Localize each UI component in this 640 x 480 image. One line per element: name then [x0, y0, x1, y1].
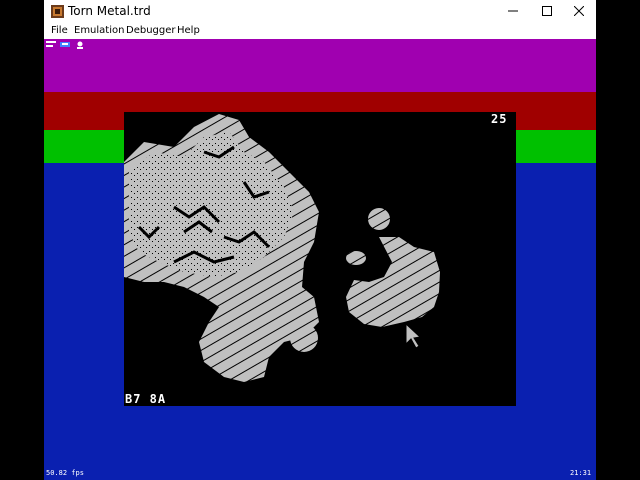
close-icon — [574, 6, 584, 16]
minimize-icon — [508, 10, 518, 12]
minimize-button[interactable] — [496, 0, 530, 23]
terrain-blob-mid — [346, 251, 366, 265]
cursor-arrow — [405, 322, 422, 349]
menu-emulation[interactable]: Emulation — [74, 25, 124, 36]
fps-readout: 50.82 fps — [46, 469, 84, 477]
menu-bar: File Emulation Debugger Help — [44, 23, 596, 39]
emulator-window: Torn Metal.trd File Emulation Debugger H… — [44, 0, 596, 480]
tape-icon[interactable] — [60, 41, 70, 48]
title-bar[interactable]: Torn Metal.trd — [44, 0, 596, 23]
score-text: 25 — [491, 112, 508, 126]
game-screen[interactable]: 25 B7 8A — [124, 112, 516, 406]
coords-text: B7 8A — [125, 392, 167, 406]
app-icon — [51, 5, 64, 18]
emulator-display[interactable]: 25 B7 8A 50.82 fps 21:31 — [44, 39, 596, 480]
game-graphics — [124, 114, 440, 382]
menu-file[interactable]: File — [51, 25, 68, 36]
terrain-right — [346, 237, 440, 327]
maximize-icon — [542, 6, 552, 16]
maximize-button[interactable] — [530, 0, 564, 23]
terrain-blob-small — [290, 324, 318, 352]
border-magenta — [44, 39, 596, 92]
joystick-icon[interactable] — [76, 41, 84, 49]
window-title: Torn Metal.trd — [68, 4, 151, 18]
menu-debugger[interactable]: Debugger — [126, 25, 176, 36]
menu-help[interactable]: Help — [177, 25, 200, 36]
close-button[interactable] — [562, 0, 596, 23]
terrain-blob-top — [368, 208, 390, 230]
time-readout: 21:31 — [570, 469, 592, 477]
keyboard-icon[interactable] — [46, 41, 56, 48]
